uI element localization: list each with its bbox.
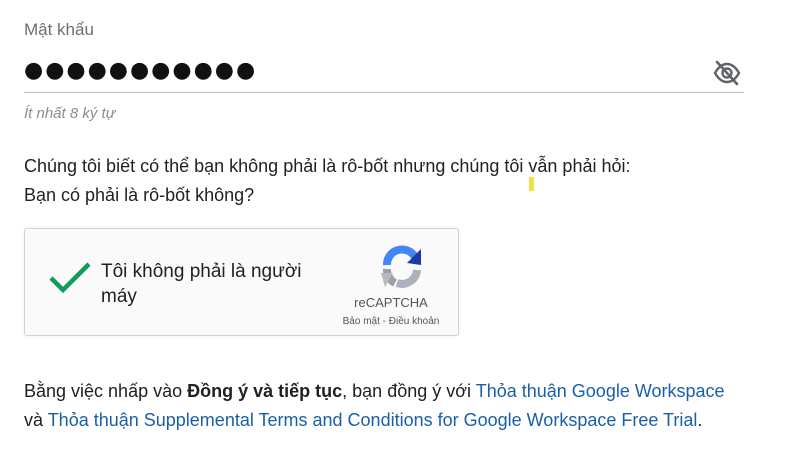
- checkmark-icon: [49, 262, 91, 294]
- links-separator: -: [379, 316, 389, 327]
- recaptcha-checkbox[interactable]: [47, 259, 93, 297]
- terms-link[interactable]: Điều khoản: [389, 316, 440, 327]
- agreement-line1: Bằng việc nhấp vào Đồng ý và tiếp tục, b…: [24, 377, 784, 406]
- eye-off-icon: [713, 60, 741, 86]
- password-hint: Ít nhất 8 ký tự: [24, 105, 116, 122]
- agreement-suffix: .: [697, 410, 703, 430]
- recaptcha-label: Tôi không phải là người máy: [101, 261, 302, 307]
- text-cursor-highlight: [529, 177, 534, 191]
- robot-question-line1: Chúng tôi biết có thể bạn không phải là …: [24, 156, 631, 176]
- robot-question: Chúng tôi biết có thể bạn không phải là …: [24, 152, 630, 210]
- agreement-line2: và Thỏa thuận Supplemental Terms and Con…: [24, 406, 784, 435]
- workspace-agreement-link[interactable]: Thỏa thuận Google Workspace: [476, 381, 725, 401]
- agreement-text: Bằng việc nhấp vào Đồng ý và tiếp tục, b…: [24, 377, 784, 435]
- password-value[interactable]: ●●●●●●●●●●●: [24, 56, 257, 86]
- recaptcha-brand: reCAPTCHA: [354, 295, 428, 310]
- robot-question-line2: Bạn có phải là rô-bốt không?: [24, 185, 255, 205]
- agreement-prefix: Bằng việc nhấp vào: [24, 381, 188, 401]
- supplemental-terms-link[interactable]: Thỏa thuận Supplemental Terms and Condit…: [48, 410, 698, 430]
- recaptcha-logo-icon: [381, 245, 421, 288]
- privacy-link[interactable]: Bảo mật: [343, 316, 380, 327]
- recaptcha-widget: Tôi không phải là người máy reCAPTCHA Bả…: [24, 228, 459, 336]
- password-label: Mật khẩu: [24, 20, 94, 39]
- agreement-middle: , bạn đồng ý với: [342, 381, 476, 401]
- agreement-line2-prefix: và: [24, 410, 48, 430]
- toggle-visibility-button[interactable]: [712, 60, 742, 86]
- agree-button-reference: Đồng ý và tiếp tục: [187, 381, 343, 401]
- recaptcha-links: Bảo mật - Điều khoản: [325, 316, 457, 327]
- password-field[interactable]: ●●●●●●●●●●●: [24, 54, 744, 93]
